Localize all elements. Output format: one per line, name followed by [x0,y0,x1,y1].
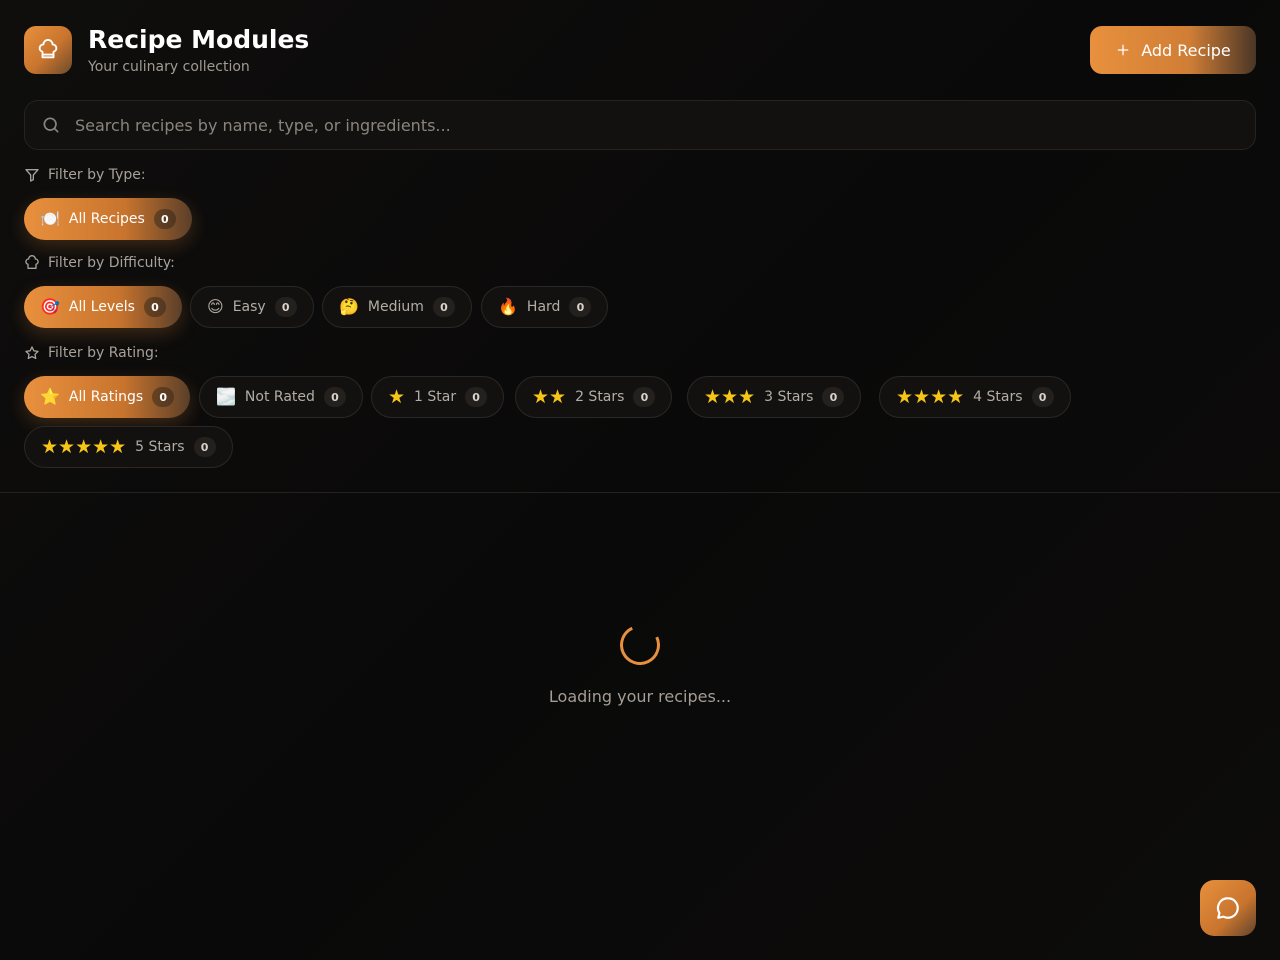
filter-rating-3-stars[interactable]: ★★★ 3 Stars 0 [687,376,862,418]
chef-hat-small-icon [25,255,39,269]
chat-bubble-icon [1216,897,1239,919]
count-badge: 0 [465,387,488,407]
fog-icon: 🌫️ [216,387,236,406]
filter-difficulty-medium[interactable]: 🤔 Medium 0 [322,286,472,328]
filter-rating-1-star[interactable]: ★ 1 Star 0 [371,376,505,418]
pill-label: 1 Star [414,389,457,405]
star-outline-icon [25,346,39,360]
star-rating-icon: ★★★ [704,385,756,408]
count-badge: 0 [1031,387,1054,407]
chat-button[interactable] [1200,880,1256,936]
recipe-modules-page: Recipe Modules Your culinary collection … [0,0,1280,960]
count-badge: 0 [822,387,845,407]
count-badge: 0 [143,297,166,317]
search-bar [24,100,1256,150]
page-title: Recipe Modules [88,25,310,54]
count-badge: 0 [152,387,175,407]
rating-filter-label: Filter by Rating: [24,345,159,361]
count-badge: 0 [153,209,176,229]
star-rating-icon: ★★ [532,385,567,408]
type-filter-text: Filter by Type: [48,167,146,183]
title-group: Recipe Modules Your culinary collection [88,25,310,76]
count-badge: 0 [193,437,216,457]
pill-label: Not Rated [244,389,315,405]
count-badge: 0 [633,387,656,407]
count-badge: 0 [432,297,455,317]
pill-label: 4 Stars [973,389,1023,405]
thinking-icon: 🤔 [339,297,359,316]
page-subtitle: Your culinary collection [88,59,250,75]
loading-spinner-icon [614,619,666,671]
section-divider [0,492,1280,493]
plate-icon: 🍽️ [40,209,60,228]
loading-text: Loading your recipes... [548,687,732,706]
pill-label: 3 Stars [764,389,814,405]
add-recipe-button[interactable]: Add Recipe [1090,26,1256,74]
target-icon: 🎯 [40,297,60,316]
search-icon [43,117,59,133]
count-badge: 0 [323,387,346,407]
pill-label: All Ratings [68,389,144,405]
type-filter-label: Filter by Type: [24,167,146,183]
smile-icon: 😊 [207,297,224,316]
pill-label: 5 Stars [135,439,185,455]
filter-rating-4-stars[interactable]: ★★★★ 4 Stars 0 [879,376,1071,418]
pill-label: Medium [367,299,424,315]
funnel-icon [25,169,39,182]
count-badge: 0 [274,297,297,317]
filter-rating-5-stars[interactable]: ★★★★★ 5 Stars 0 [24,426,233,468]
filter-type-all-recipes[interactable]: 🍽️ All Recipes 0 [24,198,192,240]
star-rating-icon: ★★★★ [896,385,965,408]
rating-filter-text: Filter by Rating: [48,345,159,361]
star-icon: ⭐ [40,387,60,406]
fire-icon: 🔥 [498,297,518,316]
difficulty-filter-label: Filter by Difficulty: [24,255,175,271]
filter-difficulty-easy[interactable]: 😊 Easy 0 [190,286,314,328]
count-badge: 0 [569,297,592,317]
filter-rating-all-ratings[interactable]: ⭐ All Ratings 0 [24,376,191,418]
filter-rating-not-rated[interactable]: 🌫️ Not Rated 0 [199,376,363,418]
difficulty-filter-text: Filter by Difficulty: [48,255,175,271]
pill-label: Hard [526,299,561,315]
plus-icon [1117,44,1129,56]
search-input[interactable] [75,115,1175,135]
star-rating-icon: ★★★★★ [41,435,127,458]
header: Recipe Modules Your culinary collection … [24,25,1256,76]
add-recipe-label: Add Recipe [1141,40,1231,60]
filter-rating-2-stars[interactable]: ★★ 2 Stars 0 [515,376,673,418]
pill-label: Easy [232,299,266,315]
filter-difficulty-hard[interactable]: 🔥 Hard 0 [481,286,609,328]
star-rating-icon: ★ [388,385,406,408]
pill-label: All Recipes [68,211,145,227]
pill-label: All Levels [68,299,135,315]
pill-label: 2 Stars [575,389,625,405]
chef-hat-icon [24,26,72,74]
filter-difficulty-all-levels[interactable]: 🎯 All Levels 0 [24,286,182,328]
